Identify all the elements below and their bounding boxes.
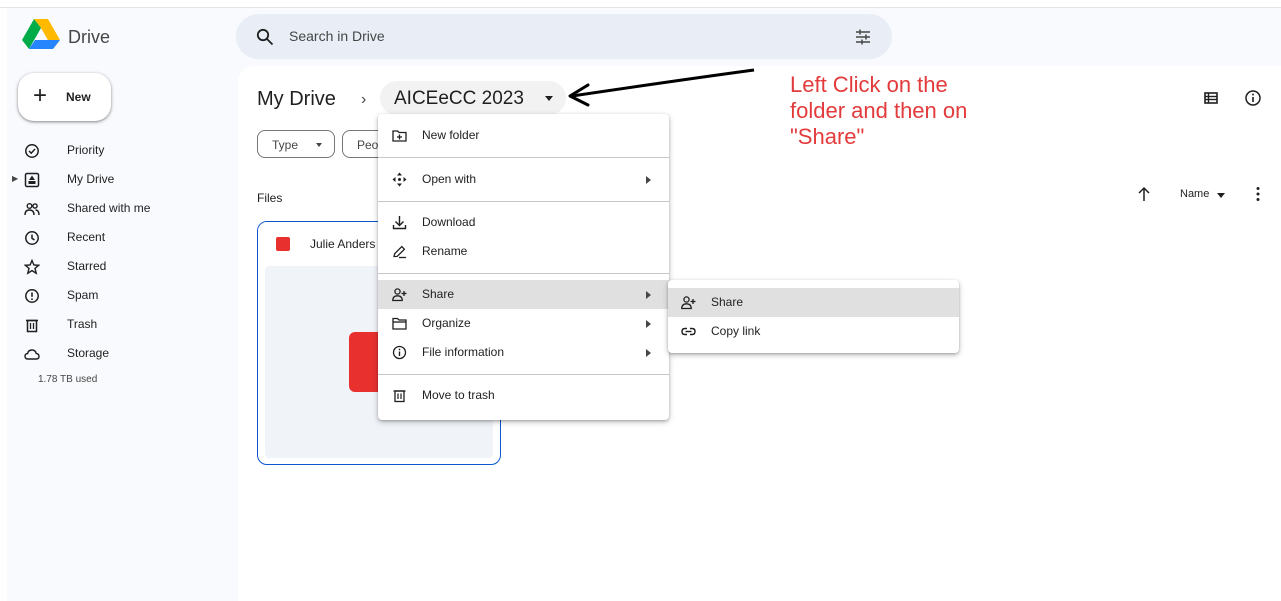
expand-caret-icon[interactable]: ▶ [12,174,18,183]
menu-item-open-with[interactable]: Open with [378,165,669,194]
sidebar-item-label: Starred [67,259,107,273]
my-drive-icon [24,172,40,188]
new-button[interactable]: + New [18,73,111,121]
submenu-item-share[interactable]: Share [668,288,959,317]
share-submenu: Share Copy link [668,280,959,353]
menu-divider [378,374,669,375]
sort-by-button[interactable]: Name [1180,188,1209,200]
sidebar-item-storage[interactable]: Storage [24,343,224,365]
search-bar[interactable]: Search in Drive [236,14,892,59]
menu-item-label: Download [422,215,476,229]
clock-icon [25,231,39,245]
menu-item-label: File information [422,345,505,359]
app-title[interactable]: Drive [68,27,110,48]
submenu-arrow-icon [646,291,651,299]
submenu-item-label: Share [711,295,744,309]
menu-item-label: Open with [422,172,477,186]
submenu-item-copy-link[interactable]: Copy link [668,317,959,346]
sidebar-item-label: My Drive [67,172,115,186]
link-icon [681,327,696,336]
pdf-icon [276,237,290,251]
menu-item-organize[interactable]: Organize [378,309,669,338]
submenu-arrow-icon [646,320,651,328]
priority-icon [25,144,39,158]
download-icon [392,216,407,230]
shared-icon [24,203,40,216]
more-options-icon[interactable] [1256,186,1260,202]
search-icon[interactable] [256,28,274,46]
sidebar-item-label: Priority [67,143,105,157]
storage-used-text: 1.78 TB used [38,374,98,385]
trash-icon [26,319,38,333]
context-menu: New folder Open with Download Rename Sha… [378,114,669,420]
files-section-label: Files [257,191,283,205]
file-name: Julie Anders [310,237,376,251]
menu-item-share[interactable]: Share [378,280,669,309]
sidebar-item-spam[interactable]: Spam [24,285,224,307]
annotation-line: folder and then on [790,98,968,123]
list-view-icon[interactable] [1203,90,1219,106]
breadcrumb-my-drive[interactable]: My Drive [257,88,336,111]
menu-item-new-folder[interactable]: New folder [378,121,669,150]
type-filter-chip[interactable]: Type [257,130,335,158]
menu-item-label: Rename [422,244,468,258]
annotation-line: Left Click on the [790,72,948,97]
sidebar-item-label: Trash [67,317,98,331]
menu-item-label: Share [422,287,455,301]
sidebar-item-priority[interactable]: Priority [24,140,224,162]
sidebar-item-recent[interactable]: Recent [24,227,224,249]
star-icon [24,259,40,275]
submenu-arrow-icon [646,349,651,357]
dropdown-arrow-icon [1217,193,1225,198]
new-folder-icon [392,130,407,142]
sidebar-item-starred[interactable]: Starred [24,256,224,278]
sidebar-item-label: Recent [67,230,106,244]
cloud-icon [24,349,40,360]
breadcrumb-folder-button[interactable]: AICEeCC 2023 [380,81,566,115]
menu-item-label: Move to trash [422,388,495,402]
rename-icon [393,245,406,259]
share-icon [392,288,407,302]
share-icon [681,296,696,310]
menu-item-file-information[interactable]: File information [378,338,669,367]
menu-item-download[interactable]: Download [378,208,669,237]
menu-item-label: Organize [422,316,471,330]
sort-direction-arrow-icon[interactable] [1137,186,1151,202]
menu-item-move-to-trash[interactable]: Move to trash [378,381,669,410]
sidebar-item-label: Storage [67,346,110,360]
annotation-arrow-icon [568,68,755,107]
chip-label: Peo [357,138,379,152]
menu-divider [378,157,669,158]
spam-icon [25,289,39,303]
organize-icon [392,317,407,330]
menu-item-rename[interactable]: Rename [378,237,669,266]
search-options-icon[interactable] [854,28,872,46]
search-input[interactable]: Search in Drive [289,28,385,44]
breadcrumb-folder-name: AICEeCC 2023 [394,88,524,109]
sidebar-item-label: Shared with me [67,201,151,215]
menu-divider [378,273,669,274]
sidebar-item-trash[interactable]: Trash [24,314,224,336]
submenu-arrow-icon [646,176,651,184]
annotation-text: Left Click on the folder and then on "Sh… [790,72,1110,150]
chip-label: Type [272,138,299,152]
open-with-icon [392,172,407,187]
dropdown-arrow-icon [316,143,322,147]
breadcrumb-separator: › [361,91,367,108]
plus-icon: + [33,82,48,109]
menu-divider [378,201,669,202]
sidebar-item-shared-with-me[interactable]: Shared with me [24,198,224,220]
drive-logo-icon[interactable] [22,19,60,49]
new-button-label: New [66,90,91,104]
details-info-icon[interactable] [1244,89,1262,107]
info-icon [392,345,407,360]
sidebar-item-label: Spam [67,288,99,302]
submenu-item-label: Copy link [711,324,761,338]
dropdown-arrow-icon [545,96,553,101]
sidebar-item-my-drive[interactable]: ▶ My Drive [12,169,224,191]
menu-item-label: New folder [422,128,480,142]
trash-icon [393,390,406,403]
annotation-line: "Share" [790,124,865,149]
